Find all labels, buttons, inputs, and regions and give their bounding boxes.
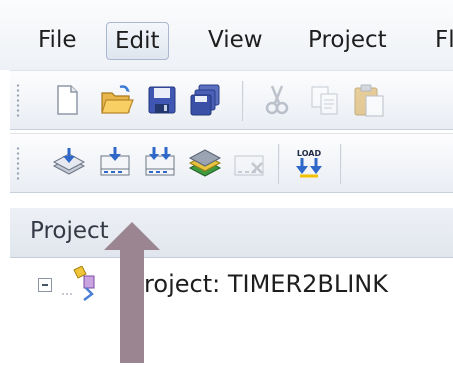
project-panel-title: Project [30, 218, 109, 244]
menu-view[interactable]: View [200, 22, 271, 60]
build-icon[interactable] [98, 146, 132, 180]
menu-project[interactable]: Project [300, 22, 395, 60]
new-file-icon[interactable] [50, 83, 84, 117]
cut-icon[interactable] [260, 83, 294, 117]
toolbar-grip[interactable] [16, 83, 20, 119]
project-panel-header: Project [10, 208, 453, 258]
tree-item-project[interactable]: Project: TIMER2BLINK [38, 265, 453, 302]
translate-icon[interactable] [52, 146, 86, 180]
open-folder-icon[interactable] [100, 83, 134, 117]
menu-file[interactable]: File [30, 22, 85, 60]
toolbar-separator [340, 144, 342, 184]
load-label: LOAD [297, 149, 322, 158]
toolbar-separator [242, 81, 244, 121]
stop-build-icon[interactable] [232, 146, 266, 180]
save-icon[interactable] [145, 83, 179, 117]
toolbar-separator [278, 144, 280, 184]
batch-build-icon[interactable] [188, 146, 222, 180]
collapse-icon[interactable] [38, 278, 52, 292]
menu-bar: File Edit View Project Fl [0, 0, 453, 70]
save-all-icon[interactable] [188, 83, 222, 117]
paste-icon[interactable] [352, 83, 386, 117]
toolbar-grip[interactable] [16, 146, 20, 182]
load-download-icon[interactable]: LOAD [292, 146, 326, 180]
standard-toolbar [10, 70, 453, 130]
rebuild-icon[interactable] [143, 146, 177, 180]
project-icon [60, 265, 102, 302]
copy-icon[interactable] [308, 83, 342, 117]
menu-edit[interactable]: Edit [106, 22, 169, 60]
tree-item-label: Project: TIMER2BLINK [130, 270, 388, 298]
menu-flash[interactable]: Fl [427, 22, 453, 60]
build-toolbar: LOAD [10, 133, 453, 193]
annotation-arrow [104, 222, 160, 363]
